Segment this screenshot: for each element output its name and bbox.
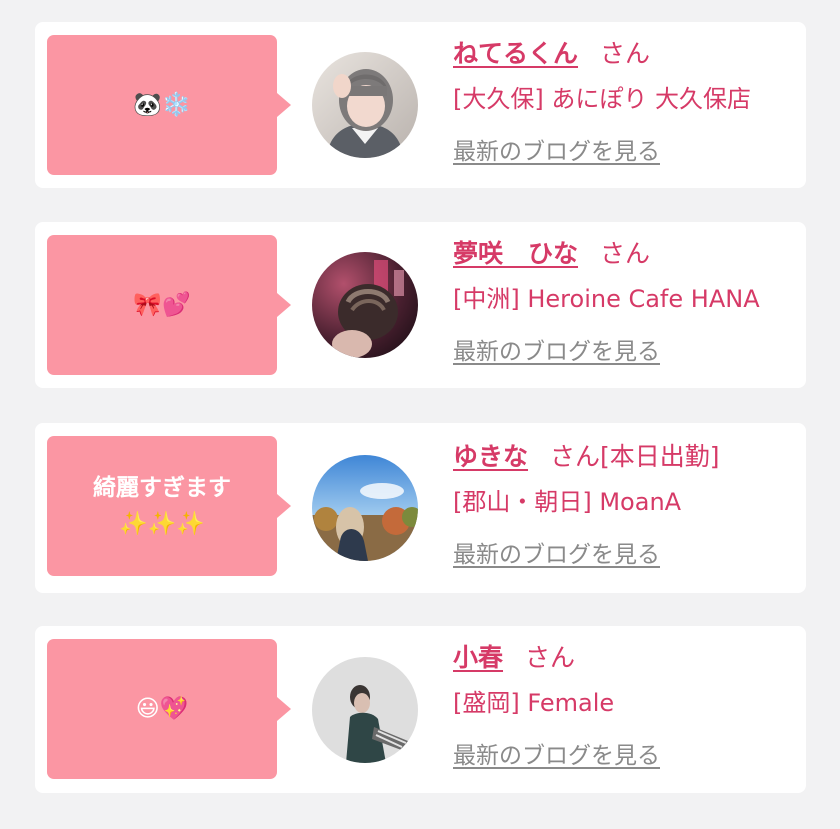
shop-name: [郡山・朝日] MoanA bbox=[453, 488, 682, 516]
avatar-photo bbox=[312, 52, 418, 158]
comment-bubble: 🐼❄️ bbox=[47, 35, 291, 175]
name-link[interactable]: ゆきな bbox=[453, 442, 528, 471]
latest-blog-link[interactable]: 最新のブログを見る bbox=[453, 132, 660, 166]
blog-card: 🎀💕 夢咲 ひな さん [中洲] Heroine Cafe HANA 最新のブロ… bbox=[35, 222, 806, 388]
blog-card: 😃💖 小春 さん [盛岡] Female 最新のブログを見る bbox=[35, 626, 806, 793]
avatar[interactable] bbox=[312, 252, 418, 358]
honorific: さん bbox=[600, 39, 651, 68]
honorific: さん bbox=[550, 442, 601, 471]
shop-name: [盛岡] Female bbox=[453, 689, 615, 717]
comment-text: 🐼❄️ bbox=[133, 92, 191, 118]
avatar[interactable] bbox=[312, 52, 418, 158]
info-column: ねてるくん さん [大久保] あにぽり 大久保店 最新のブログを見る bbox=[453, 36, 796, 166]
avatar[interactable] bbox=[312, 657, 418, 763]
blog-card: 🐼❄️ ねてるくん さん [大久保] あにぽり 大久保店 最新のブログを見る bbox=[35, 22, 806, 188]
name-link[interactable]: ねてるくん bbox=[453, 39, 578, 68]
name-row: 小春 さん bbox=[453, 640, 796, 676]
comment-bubble: 綺麗すぎます ✨✨✨ bbox=[47, 436, 291, 576]
name-row: 夢咲 ひな さん bbox=[453, 236, 796, 272]
avatar[interactable] bbox=[312, 455, 418, 561]
name-link[interactable]: 小春 bbox=[453, 643, 503, 672]
latest-blog-link[interactable]: 最新のブログを見る bbox=[453, 535, 660, 569]
honorific: さん bbox=[525, 643, 576, 672]
comment-text: 😃💖 bbox=[135, 696, 189, 722]
latest-blog-link[interactable]: 最新のブログを見る bbox=[453, 736, 660, 770]
name-row: ねてるくん さん bbox=[453, 36, 796, 72]
avatar-photo bbox=[312, 657, 418, 763]
honorific: さん bbox=[600, 239, 651, 268]
name-row: ゆきな さん[本日出勤] bbox=[453, 439, 796, 475]
latest-blog-link[interactable]: 最新のブログを見る bbox=[453, 332, 660, 366]
comment-bubble: 😃💖 bbox=[47, 639, 291, 779]
comment-text: 🎀💕 bbox=[133, 292, 191, 318]
shop-name: [中洲] Heroine Cafe HANA bbox=[453, 285, 760, 313]
info-column: 夢咲 ひな さん [中洲] Heroine Cafe HANA 最新のブログを見る bbox=[453, 236, 796, 366]
shop-name: [大久保] あにぽり 大久保店 bbox=[453, 85, 751, 113]
blog-card: 綺麗すぎます ✨✨✨ ゆきな さん[本日出勤] [郡山・朝日] MoanA 最新… bbox=[35, 423, 806, 593]
avatar-photo bbox=[312, 455, 418, 561]
info-column: ゆきな さん[本日出勤] [郡山・朝日] MoanA 最新のブログを見る bbox=[453, 439, 796, 569]
status-badge: [本日出勤] bbox=[600, 442, 720, 471]
name-link[interactable]: 夢咲 ひな bbox=[453, 239, 578, 268]
info-column: 小春 さん [盛岡] Female 最新のブログを見る bbox=[453, 640, 796, 770]
avatar-photo bbox=[312, 252, 418, 358]
comment-bubble: 🎀💕 bbox=[47, 235, 291, 375]
comment-text: 綺麗すぎます ✨✨✨ bbox=[93, 475, 231, 537]
